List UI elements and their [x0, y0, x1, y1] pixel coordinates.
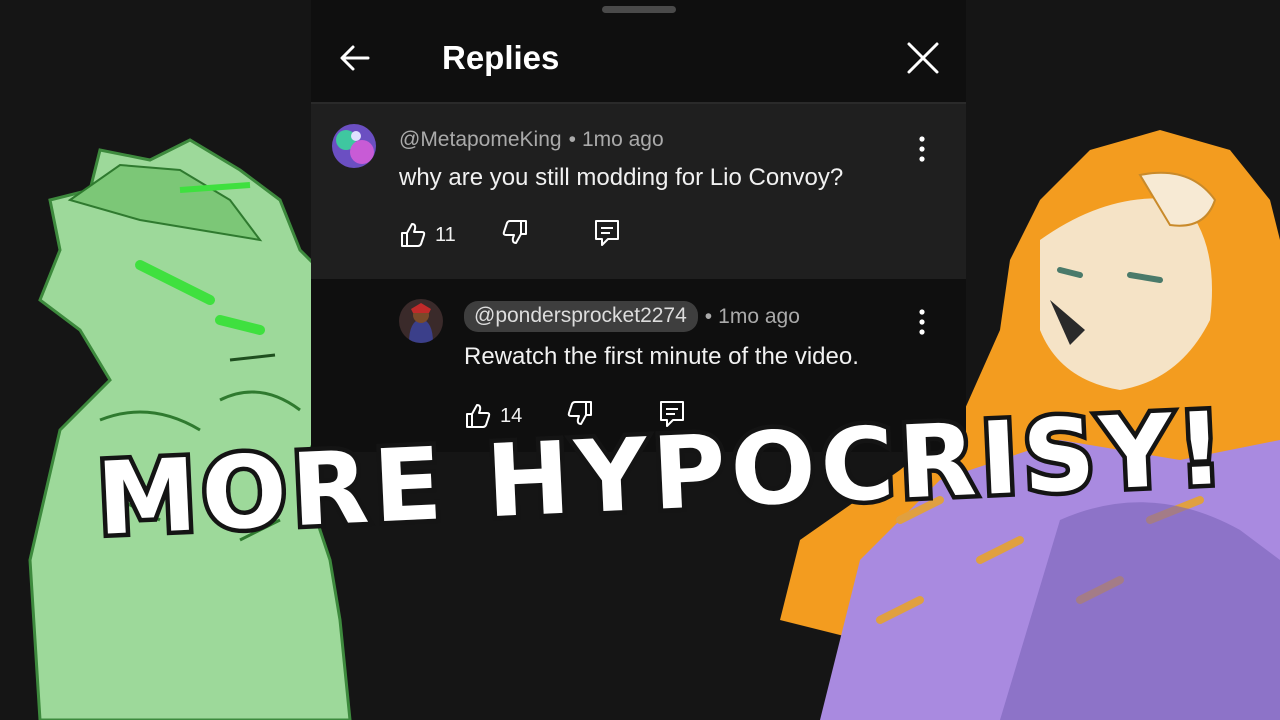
comment-meta: @pondersprocket2274 • 1mo ago [464, 301, 800, 332]
page-title: Replies [442, 39, 560, 76]
avatar[interactable] [332, 124, 376, 168]
panel-header: Replies [311, 14, 966, 104]
close-button[interactable] [903, 38, 943, 78]
meta-separator: • [568, 128, 576, 151]
mention-pill[interactable]: @pondersprocket2274 [464, 301, 698, 332]
thumbs-down-icon [502, 220, 527, 244]
more-options-button[interactable] [910, 305, 934, 339]
more-options-button[interactable] [910, 132, 934, 166]
comment-author[interactable]: @MetapomeKing [399, 128, 562, 152]
like-count: 11 [435, 223, 456, 246]
like-button[interactable]: 11 [399, 218, 456, 252]
comment-text: Rewatch the first minute of the video. [464, 343, 859, 370]
more-vertical-icon [919, 136, 925, 162]
avatar-image [332, 124, 376, 168]
comment-time: 1mo ago [581, 128, 664, 151]
comment-time: 1mo ago [718, 304, 800, 328]
meta-separator: • [704, 304, 713, 328]
avatar[interactable] [399, 299, 443, 343]
close-icon [907, 42, 939, 74]
comment-meta: @MetapomeKing • 1mo ago [399, 128, 664, 152]
arrow-left-icon [340, 45, 370, 71]
comment-item: @MetapomeKing • 1mo ago why are you stil… [311, 104, 966, 279]
comment-text: why are you still modding for Lio Convoy… [399, 164, 844, 191]
reply-comment-icon [595, 220, 619, 246]
more-vertical-icon [919, 309, 925, 335]
thumbs-up-icon [401, 223, 426, 247]
avatar-image [399, 299, 443, 343]
drag-handle[interactable] [602, 6, 676, 13]
reply-button[interactable] [593, 218, 621, 252]
dislike-button[interactable] [501, 218, 529, 252]
replies-panel: Replies @MetapomeKing • 1mo ago why are … [311, 0, 966, 452]
back-button[interactable] [335, 38, 375, 78]
